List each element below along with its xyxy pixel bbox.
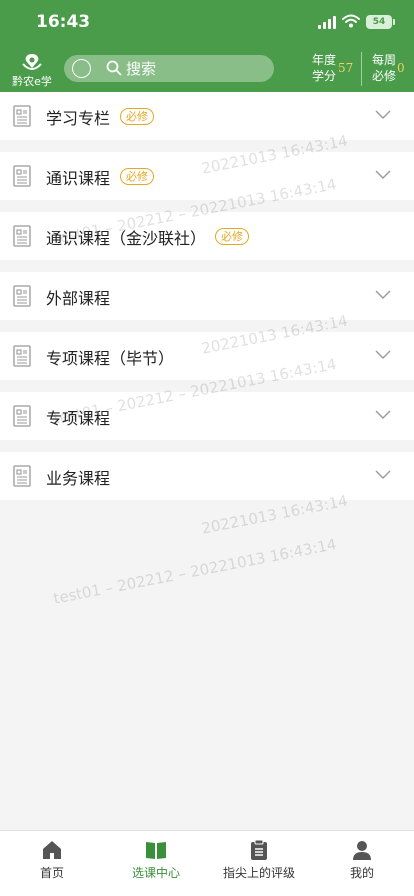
course-row-general-jinsha[interactable]: 通识课程（金沙联社） 必修 xyxy=(0,212,414,260)
course-row-label: 外部课程 xyxy=(46,289,111,308)
yearly-credits-label-2: 学分 xyxy=(312,69,337,83)
course-row-special[interactable]: 专项课程 xyxy=(0,392,414,440)
logo-text: 黔农e学 xyxy=(12,75,52,88)
document-icon xyxy=(13,225,31,247)
watermark: test01 – 202212 – 20221013 16:43:14 xyxy=(52,535,338,608)
chevron-down-icon[interactable] xyxy=(375,410,391,420)
status-bar: 16:43 54 xyxy=(0,0,414,44)
document-icon xyxy=(13,285,31,307)
chevron-down-icon[interactable] xyxy=(375,470,391,480)
home-icon xyxy=(43,841,61,859)
chevron-down-icon[interactable] xyxy=(375,170,391,180)
search-scope-icon[interactable] xyxy=(72,59,91,78)
yearly-credits-label-1: 年度 xyxy=(312,53,337,67)
course-row-label: 专项课程 xyxy=(46,409,111,428)
tab-label: 选课中心 xyxy=(131,866,180,880)
tab-label: 指尖上的评级 xyxy=(222,866,295,880)
document-icon xyxy=(13,165,31,187)
weekly-required-label-2: 必修 xyxy=(372,69,397,83)
tab-home[interactable]: 首页 xyxy=(0,831,104,896)
person-icon xyxy=(353,841,371,860)
book-icon xyxy=(146,842,166,859)
document-icon xyxy=(13,405,31,427)
tab-course-center[interactable]: 选课中心 xyxy=(104,831,208,896)
document-icon xyxy=(13,105,31,127)
search-input[interactable] xyxy=(126,55,266,82)
yearly-credits[interactable]: 年度 学分 57 xyxy=(312,52,353,84)
chevron-down-icon[interactable] xyxy=(375,290,391,300)
course-row-study-column[interactable]: 学习专栏 必修 xyxy=(0,92,414,140)
tab-label: 首页 xyxy=(39,866,64,880)
app-logo: 黔农e学 xyxy=(8,52,56,88)
wifi-icon xyxy=(342,14,360,28)
weekly-required-label-1: 每周 xyxy=(372,53,397,67)
course-row-label: 学习专栏 xyxy=(46,109,111,128)
required-badge: 必修 xyxy=(120,168,154,185)
required-badge: 必修 xyxy=(120,108,154,125)
clipboard-icon xyxy=(251,839,267,860)
yearly-credits-value: 57 xyxy=(338,61,354,75)
course-row-label: 专项课程（毕节） xyxy=(46,349,175,368)
status-time: 16:43 xyxy=(36,12,91,32)
battery-icon: 54 xyxy=(366,15,395,29)
weekly-required[interactable]: 每周 必修 0 xyxy=(372,52,405,84)
logo-icon xyxy=(22,54,42,70)
course-row-special-bijie[interactable]: 专项课程（毕节） xyxy=(0,332,414,380)
chevron-down-icon[interactable] xyxy=(375,110,391,120)
document-icon xyxy=(13,345,31,367)
required-badge: 必修 xyxy=(215,228,249,245)
search-icon xyxy=(106,60,122,76)
tab-fingertip-rating[interactable]: 指尖上的评级 xyxy=(207,831,311,896)
course-row-general[interactable]: 通识课程 必修 xyxy=(0,152,414,200)
course-row-business[interactable]: 业务课程 xyxy=(0,452,414,500)
course-row-external[interactable]: 外部课程 xyxy=(0,272,414,320)
course-row-label: 通识课程 xyxy=(46,169,111,188)
document-icon xyxy=(13,465,31,487)
weekly-required-value: 0 xyxy=(397,61,405,75)
app-header: 16:43 54 黔农e学 年度 学分 57 每周 必修 xyxy=(0,0,414,92)
search-bar[interactable] xyxy=(64,55,274,82)
course-row-label: 业务课程 xyxy=(46,469,111,488)
course-row-label: 通识课程（金沙联社） xyxy=(46,229,207,248)
tab-mine[interactable]: 我的 xyxy=(310,831,414,896)
bottom-tab-bar: 首页 选课中心 指尖上的评级 我的 xyxy=(0,830,414,896)
cellular-signal-icon xyxy=(318,16,338,29)
tab-label: 我的 xyxy=(349,866,374,880)
header-divider xyxy=(361,52,362,86)
chevron-down-icon[interactable] xyxy=(375,350,391,360)
